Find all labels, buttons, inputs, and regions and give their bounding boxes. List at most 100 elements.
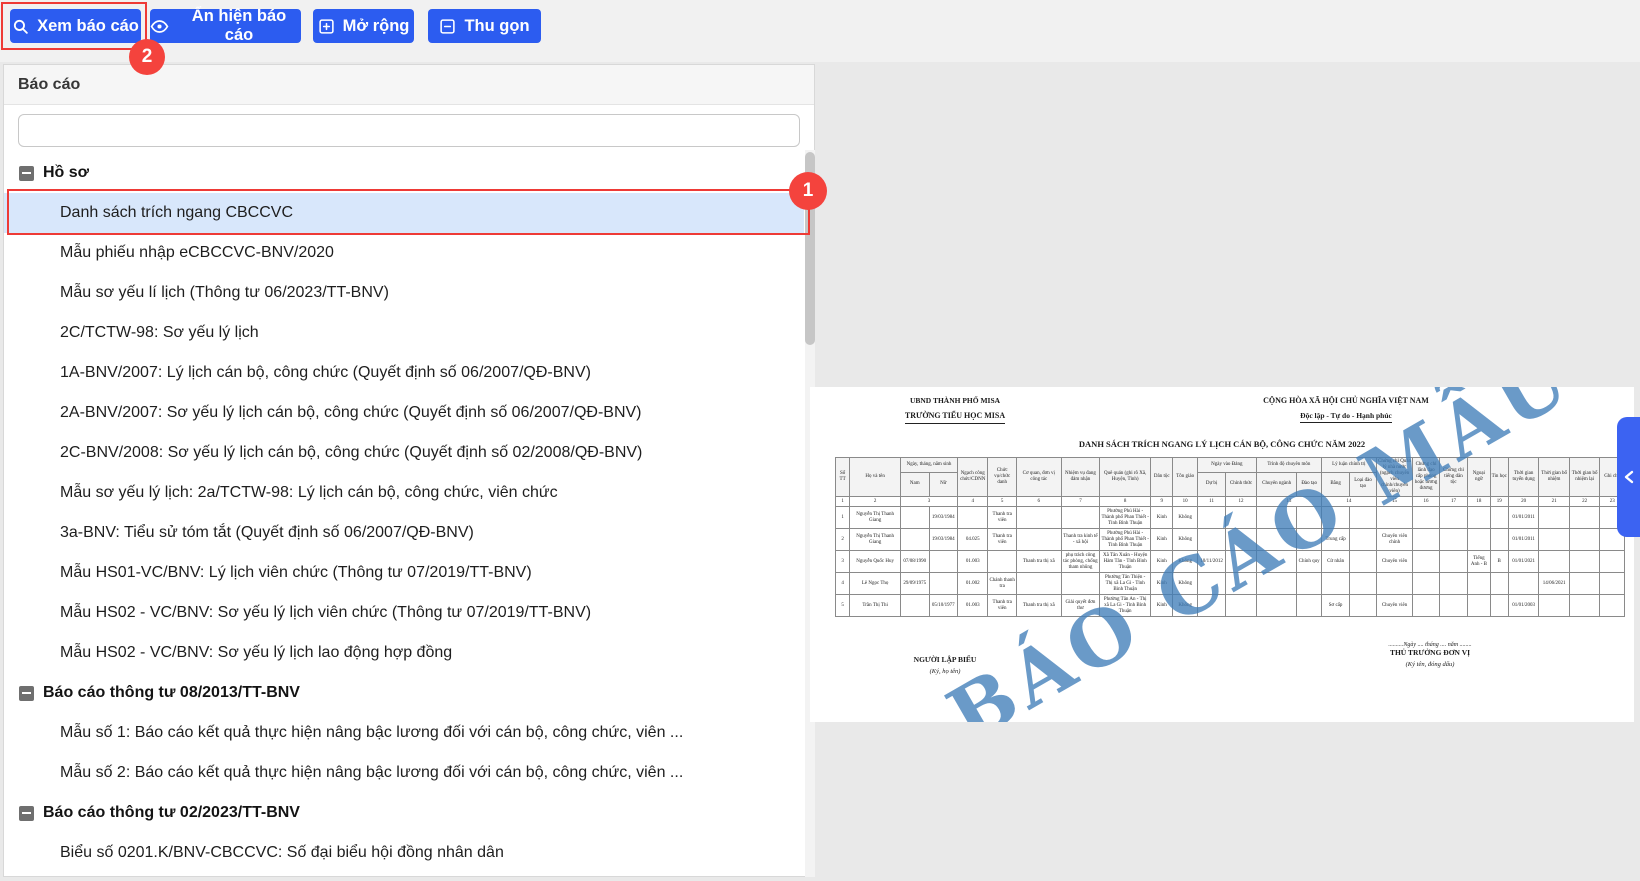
doc-table-cell xyxy=(1061,573,1100,595)
expand-button[interactable]: Mở rộng xyxy=(313,9,414,43)
doc-table-header-cell: 11 xyxy=(1197,497,1225,507)
tree-item-label: 1A-BNV/2007: Lý lịch cán bộ, công chức (… xyxy=(60,364,591,382)
doc-table-header-cell: 10 xyxy=(1173,497,1197,507)
tree-item[interactable]: 2A-BNV/2007: Sơ yếu lý lịch cán bộ, công… xyxy=(4,393,804,433)
doc-table-cell xyxy=(1350,507,1376,529)
tree-item[interactable]: 3a-BNV: Tiểu sử tóm tắt (Quyết định số 0… xyxy=(4,513,804,553)
tree-item[interactable]: Mẫu phiếu nhập eCBCCVC-BNV/2020 xyxy=(4,233,804,273)
doc-table-header-cell: 3 xyxy=(901,497,958,507)
doc-table-header-cell: Quê quán (ghi rõ Xã, Huyện, Tỉnh) xyxy=(1100,458,1151,497)
tree-item[interactable]: Mẫu HS02 - VC/BNV: Sơ yếu lý lịch viên c… xyxy=(4,593,804,633)
doc-table-cell xyxy=(957,507,988,529)
collapse-panel-tab[interactable] xyxy=(1617,417,1640,537)
doc-table-cell xyxy=(929,551,957,573)
doc-table-cell: 5 xyxy=(836,595,850,617)
doc-table-cell xyxy=(1439,507,1467,529)
tree-item[interactable]: Mẫu sơ yếu lí lịch (Thông tư 06/2023/TT-… xyxy=(4,273,804,313)
doc-table-cell xyxy=(1539,507,1570,529)
tree-group-row[interactable]: Hồ sơ xyxy=(4,153,804,193)
view-report-button[interactable]: Xem báo cáo xyxy=(10,9,141,43)
tree-item-label: 2C/TCTW-98: Sơ yếu lý lịch xyxy=(60,324,259,342)
doc-table-cell xyxy=(1569,529,1600,551)
doc-table-cell xyxy=(1490,573,1508,595)
doc-table-cell: Phường Tân An - Thị xã La Gi - Tỉnh Bình… xyxy=(1100,595,1151,617)
doc-table-row: 1Nguyễn Thị Thanh Giang19/03/1984Thanh t… xyxy=(836,507,1625,529)
doc-table-cell: 05/10/1977 xyxy=(929,595,957,617)
tree-item[interactable]: Mẫu số 1: Báo cáo kết quả thực hiện nâng… xyxy=(4,713,804,753)
doc-table-cell: Thanh tra thị xã xyxy=(1016,551,1061,573)
doc-table-cell: 19/03/1984 xyxy=(929,507,957,529)
doc-national-block: CỘNG HÒA XÃ HỘI CHỦ NGHĨA VIỆT NAM Độc l… xyxy=(1215,396,1477,423)
doc-table-cell: Trần Thị Thi xyxy=(850,595,901,617)
annotation-badge-1: 1 xyxy=(789,172,827,210)
panel-title: Báo cáo xyxy=(18,76,80,94)
doc-table-header-cell: 21 xyxy=(1539,497,1570,507)
doc-table-header-cell: 14 xyxy=(1321,497,1376,507)
tree-item-label: 2C-BNV/2008: Sơ yếu lý lịch cán bộ, công… xyxy=(60,444,642,462)
tree-item-label: Mẫu HS02 - VC/BNV: Sơ yếu lý lịch viên c… xyxy=(60,604,591,622)
collapse-group-icon[interactable] xyxy=(19,806,34,821)
doc-table-cell: 01/01/2021 xyxy=(1508,551,1539,573)
toggle-report-button[interactable]: Ẩn hiện báo cáo xyxy=(150,9,301,43)
doc-table-cell xyxy=(1016,529,1061,551)
doc-table-header-cell: 17 xyxy=(1439,497,1467,507)
doc-table-cell xyxy=(1413,551,1439,573)
doc-table-header-cell: 2 xyxy=(850,497,901,507)
doc-table-cell xyxy=(1569,595,1600,617)
doc-table-cell xyxy=(1600,595,1625,617)
doc-table-cell xyxy=(1197,529,1225,551)
doc-table-cell: 2 xyxy=(836,529,850,551)
doc-table-cell: 01/01/2011 xyxy=(1508,507,1539,529)
doc-table-cell: Kinh xyxy=(1151,595,1173,617)
doc-table-cell xyxy=(1600,573,1625,595)
doc-table-header-cell: 7 xyxy=(1061,497,1100,507)
doc-table-cell: Nguyễn Thị Thanh Giang xyxy=(850,507,901,529)
collapse-group-icon[interactable] xyxy=(19,166,34,181)
doc-table-header-cell: 6 xyxy=(1016,497,1061,507)
doc-table-cell xyxy=(1256,573,1297,595)
tree-item[interactable]: 1A-BNV/2007: Lý lịch cán bộ, công chức (… xyxy=(4,353,804,393)
tree-item[interactable]: Biểu số 0201.K/BNV-CBCCVC: Số đại biểu h… xyxy=(4,833,804,873)
doc-table-cell xyxy=(1490,529,1508,551)
tree-item-selected[interactable]: Danh sách trích ngang CBCCVC xyxy=(4,193,804,233)
doc-table-cell: 01/01/2011 xyxy=(1508,529,1539,551)
doc-table-header-cell: Dân tộc xyxy=(1151,458,1173,497)
tree-item-label: Mẫu phiếu nhập eCBCCVC-BNV/2020 xyxy=(60,244,334,262)
tree-group-row[interactable]: Báo cáo thông tư 08/2013/TT-BNV xyxy=(4,673,804,713)
doc-table-cell xyxy=(1569,551,1600,573)
doc-table-header-cell: Chức vụ/chức danh xyxy=(988,458,1016,497)
doc-table-header-cell: 4 xyxy=(957,497,988,507)
tree-item[interactable]: Mẫu HS02 - VC/BNV: Sơ yếu lý lịch lao độ… xyxy=(4,633,804,673)
tree-item[interactable]: Mẫu HS01-VC/BNV: Lý lịch viên chức (Thôn… xyxy=(4,553,804,593)
doc-table-cell xyxy=(1016,507,1061,529)
doc-table-cell: Lê Ngọc Thọ xyxy=(850,573,901,595)
collapse-group-icon[interactable] xyxy=(19,686,34,701)
tree-group-label: Báo cáo thông tư 02/2023/TT-BNV xyxy=(43,804,300,822)
tree-item[interactable]: 2C/TCTW-98: Sơ yếu lý lịch xyxy=(4,313,804,353)
tree-item[interactable]: Mẫu số 2: Báo cáo kết quả thực hiện nâng… xyxy=(4,753,804,793)
doc-table-cell: Thanh tra thị xã xyxy=(1016,595,1061,617)
tree-item-label: Mẫu số 1: Báo cáo kết quả thực hiện nâng… xyxy=(60,724,683,742)
minus-square-icon xyxy=(439,18,456,35)
tree-item-label: Biểu số 0201.K/BNV-CBCCVC: Số đại biểu h… xyxy=(60,844,504,862)
doc-table-cell xyxy=(1350,573,1376,595)
doc-table-header-cell: Lý luận chính trị xyxy=(1321,458,1376,473)
tree-item[interactable]: 2C-BNV/2008: Sơ yếu lý lịch cán bộ, công… xyxy=(4,433,804,473)
tree-group-row[interactable]: Báo cáo thông tư 02/2023/TT-BNV xyxy=(4,793,804,833)
doc-table-cell: 14/06/2021 xyxy=(1539,573,1570,595)
report-search-input[interactable] xyxy=(18,114,800,147)
doc-org-line1: UBND THÀNH PHỐ MISA xyxy=(840,396,1070,405)
doc-table-cell xyxy=(1350,529,1376,551)
doc-signature-left: NGƯỜI LẬP BIỂU (Ký, họ tên) xyxy=(835,655,1055,675)
doc-table-cell xyxy=(901,507,929,529)
doc-table-header-cell: Số TT xyxy=(836,458,850,497)
doc-table-cell: 07/08/1990 xyxy=(901,551,929,573)
doc-table-cell: Trung cấp xyxy=(1321,529,1349,551)
doc-table-cell: Phường Phú Hài - Thành phố Phan Thiết - … xyxy=(1100,507,1151,529)
doc-table: Số TTHọ và tênNgày, tháng, năm sinhNgạch… xyxy=(835,457,1625,617)
doc-table-header-cell: Ngoại ngữ xyxy=(1468,458,1490,497)
tree-item[interactable]: Mẫu sơ yếu lý lịch: 2a/TCTW-98: Lý lịch … xyxy=(4,473,804,513)
doc-table-header-cell: 19 xyxy=(1490,497,1508,507)
doc-national-line1: CỘNG HÒA XÃ HỘI CHỦ NGHĨA VIỆT NAM xyxy=(1215,396,1477,405)
collapse-button[interactable]: Thu gọn xyxy=(428,9,541,43)
